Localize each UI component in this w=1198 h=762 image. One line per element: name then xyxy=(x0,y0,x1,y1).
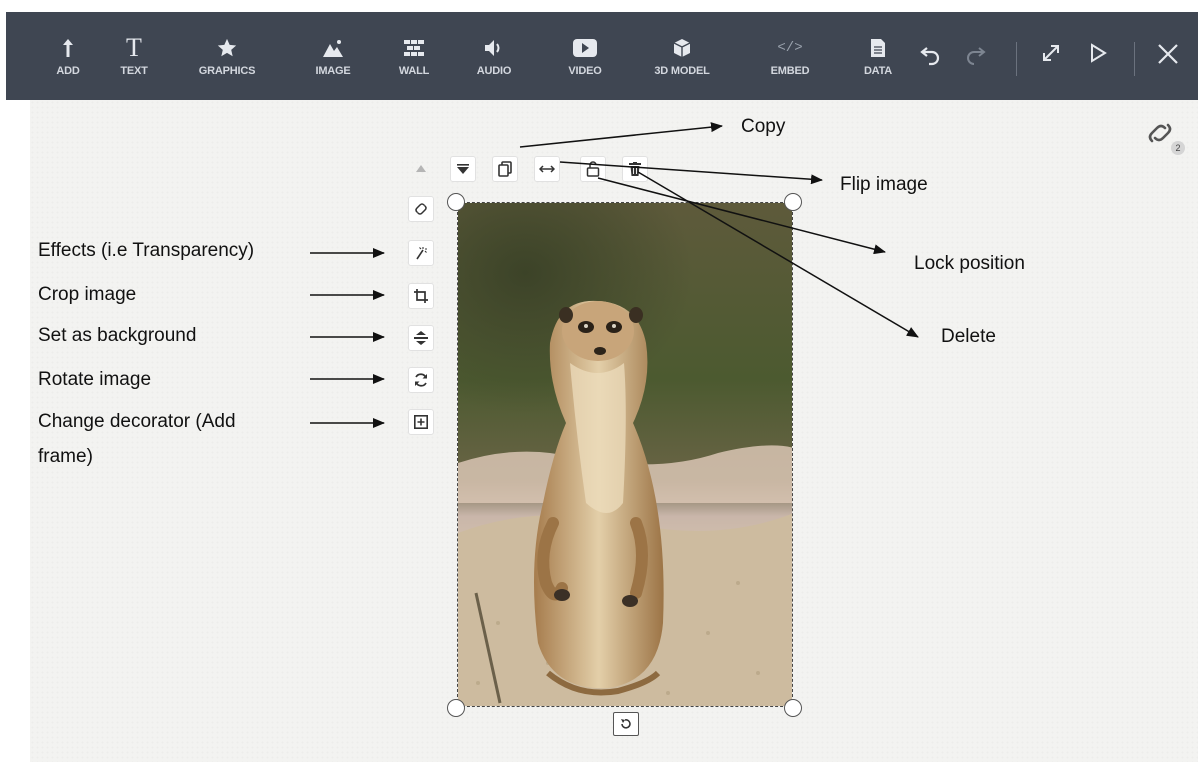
annotation-copy: Copy xyxy=(741,116,786,137)
annotation-delete: Delete xyxy=(941,326,996,347)
annotation-arrows xyxy=(310,122,919,428)
annotation-effects: Effects (i.e Transparency) xyxy=(38,240,255,261)
annotation-flip: Flip image xyxy=(840,174,928,195)
annotation-crop: Crop image xyxy=(38,284,137,305)
annotation-decorator-line1: Change decorator (Add xyxy=(38,411,236,432)
annotation-rotate: Rotate image xyxy=(38,369,152,390)
annotation-lock: Lock position xyxy=(914,253,1025,274)
annotation-decorator-line2: frame) xyxy=(38,446,93,467)
annotation-background: Set as background xyxy=(38,325,197,346)
